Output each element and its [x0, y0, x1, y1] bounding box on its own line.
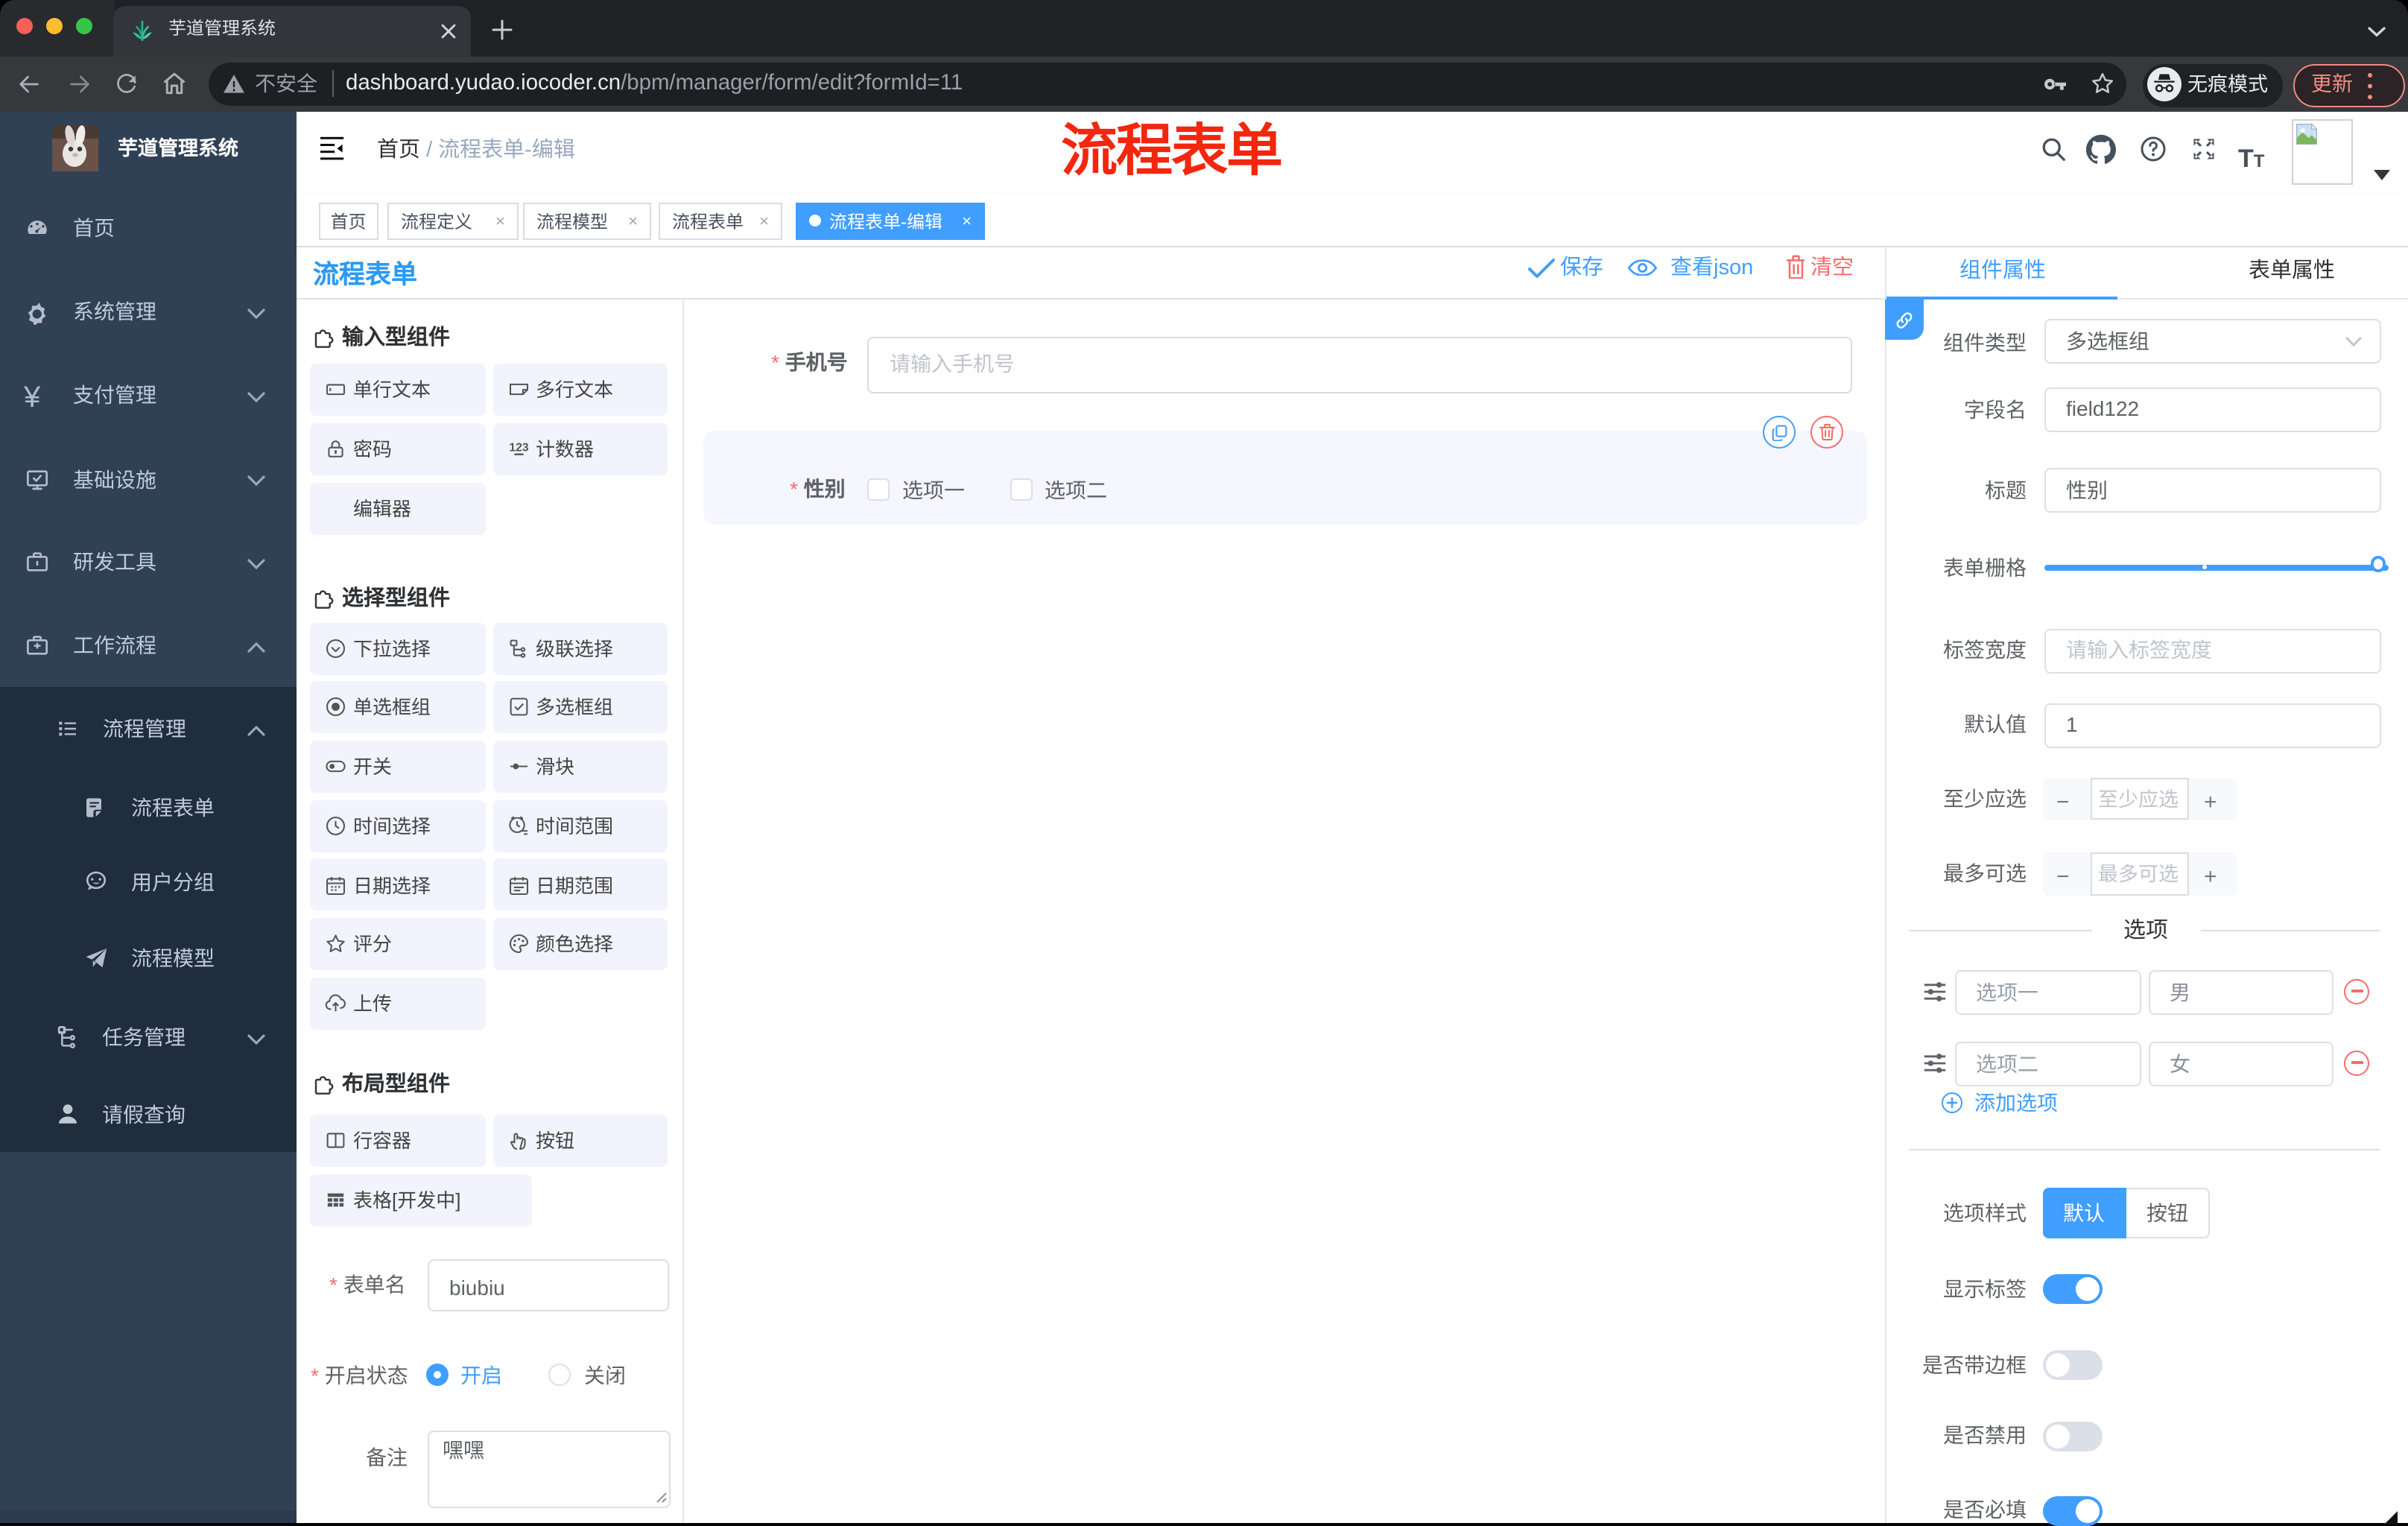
svg-text:123: 123 [508, 441, 527, 454]
